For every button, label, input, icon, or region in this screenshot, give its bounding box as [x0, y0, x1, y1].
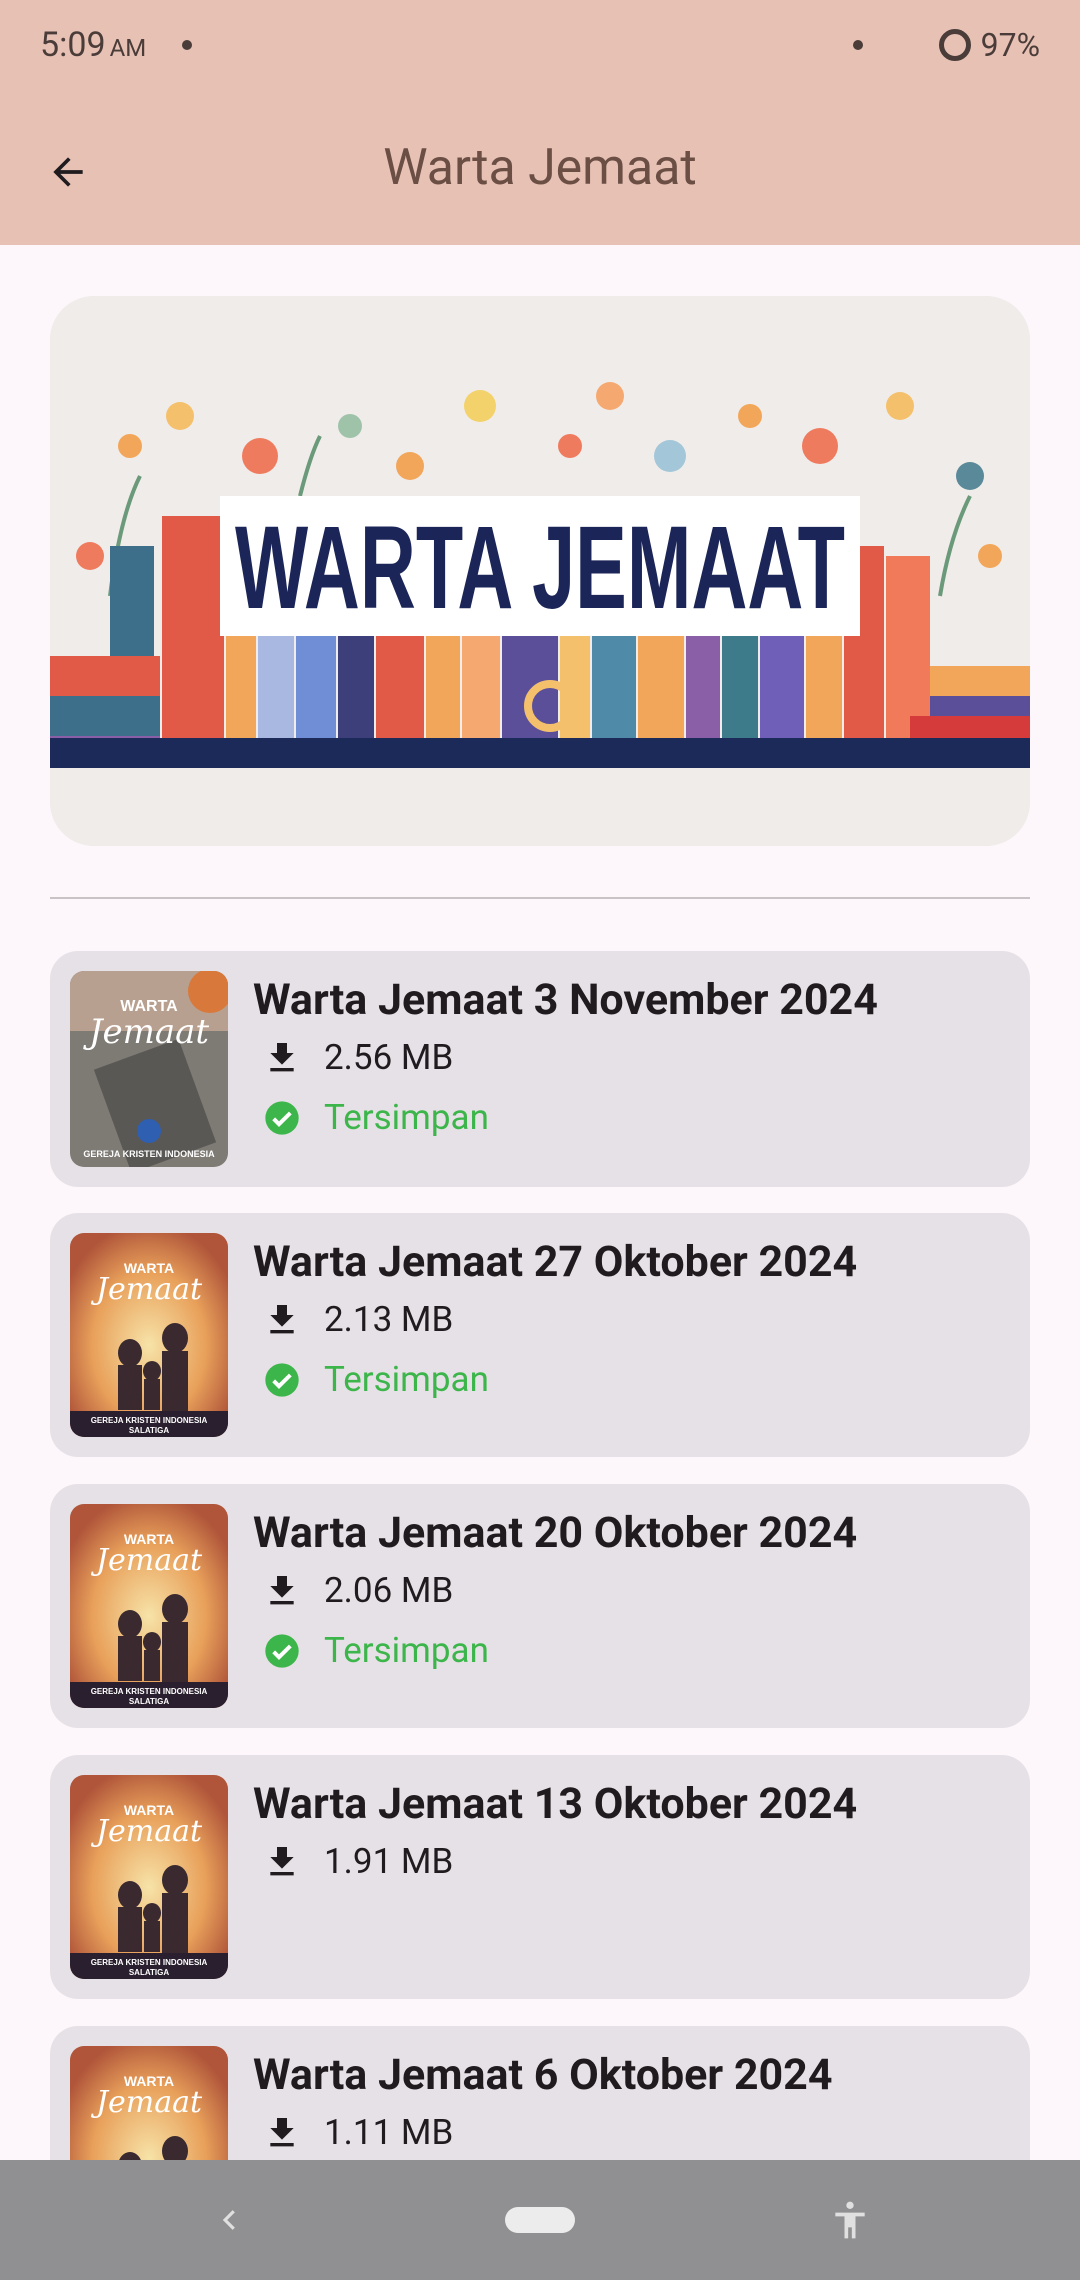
- chevron-left-icon: [222, 2210, 235, 2230]
- cover-church: GEREJA KRISTEN INDONESIA: [91, 1687, 208, 1696]
- download-icon: [270, 2117, 294, 2146]
- status-ampm: AM: [109, 34, 147, 62]
- file-size: 2.13 MB: [324, 1299, 454, 1340]
- notification-dot-icon: [182, 40, 193, 50]
- file-size-row: 1.91 MB: [262, 1841, 453, 1882]
- item-title: Warta Jemaat 13 Oktober 2024: [253, 1779, 858, 1829]
- nav-back-button[interactable]: [200, 2190, 260, 2250]
- cover-word2: Jemaat: [90, 1814, 203, 1849]
- check-circle-icon: [265, 1633, 299, 1668]
- cover-image: WARTA Jemaat GEREJA KRISTEN INDONESIA SA…: [70, 1233, 228, 1437]
- file-size-row: 2.13 MB: [262, 1299, 453, 1340]
- accessibility-icon: [835, 2201, 865, 2239]
- cover-city: SALATIGA: [129, 1968, 170, 1977]
- cover-image: WARTA Jemaat GEREJA KRISTEN INDONESIA: [70, 971, 228, 1167]
- cover-image: WARTA Jemaat GEREJA KRISTEN INDONESIA SA…: [70, 1775, 228, 1979]
- cover-city: SALATIGA: [129, 1697, 170, 1706]
- battery-indicator: 97%: [938, 26, 1040, 64]
- file-size-row: 2.06 MB: [262, 1570, 453, 1611]
- cover-word2: Jemaat: [90, 1543, 203, 1578]
- divider: [50, 897, 1030, 899]
- battery-percent: 97%: [980, 26, 1040, 64]
- saved-status: Tersimpan: [324, 1359, 489, 1400]
- file-size: 1.91 MB: [324, 1841, 454, 1882]
- banner-image: WARTA JEMAAT: [50, 296, 1030, 846]
- cover-thumbnail: WARTA Jemaat GEREJA KRISTEN INDONESIA: [70, 971, 228, 1167]
- app-bar: Warta Jemaat: [0, 90, 1080, 245]
- file-size: 2.56 MB: [324, 1037, 454, 1078]
- cover-thumbnail: WARTA Jemaat GEREJA KRISTEN INDONESIA SA…: [70, 1775, 228, 1979]
- download-icon: [270, 1042, 294, 1071]
- cover-thumbnail: WARTA Jemaat GEREJA KRISTEN INDONESIA SA…: [70, 1504, 228, 1708]
- list-item[interactable]: WARTA Jemaat GEREJA KRISTEN INDONESIA SA…: [50, 1213, 1030, 1457]
- shelf-decoration: [50, 738, 1030, 768]
- status-right: 97%: [852, 26, 1040, 64]
- back-button[interactable]: [36, 140, 100, 204]
- arrow-left-icon: [53, 157, 83, 187]
- file-size-row: 1.11 MB: [262, 2112, 453, 2153]
- cover-image: WARTA Jemaat GEREJA KRISTEN INDONESIA SA…: [70, 1504, 228, 1708]
- cover-word2: Jemaat: [90, 2085, 203, 2120]
- banner-illustration: WARTA JEMAAT: [50, 296, 1030, 846]
- list-item[interactable]: WARTA Jemaat GEREJA KRISTEN INDONESIA SA…: [50, 1755, 1030, 1999]
- list-item[interactable]: WARTA Jemaat GEREJA KRISTEN INDONESIA Wa…: [50, 951, 1030, 1187]
- cover-word2: Jemaat: [90, 1272, 203, 1307]
- nav-home-button[interactable]: [505, 2207, 575, 2233]
- banner-title: WARTA JEMAAT: [235, 502, 845, 634]
- saved-status: Tersimpan: [324, 1097, 489, 1138]
- cover-word2: Jemaat: [83, 1012, 210, 1052]
- saved-status-row: Tersimpan: [262, 1359, 489, 1400]
- system-nav-bar: [0, 2160, 1080, 2280]
- cover-thumbnail: WARTA Jemaat GEREJA KRISTEN INDONESIA SA…: [70, 1233, 228, 1437]
- saved-status: Tersimpan: [324, 1630, 489, 1671]
- item-title: Warta Jemaat 6 Oktober 2024: [253, 2050, 833, 2100]
- cover-church: GEREJA KRISTEN INDONESIA: [83, 1149, 215, 1159]
- saved-status-row: Tersimpan: [262, 1630, 489, 1671]
- download-icon: [270, 1846, 294, 1875]
- item-title: Warta Jemaat 3 November 2024: [253, 975, 878, 1025]
- file-size: 2.06 MB: [324, 1570, 454, 1611]
- cover-church: GEREJA KRISTEN INDONESIA: [91, 1416, 208, 1425]
- file-size: 1.11 MB: [324, 2112, 454, 2153]
- check-circle-icon: [265, 1362, 299, 1397]
- status-dot-icon: [852, 40, 863, 50]
- download-icon: [270, 1304, 294, 1333]
- cover-church: GEREJA KRISTEN INDONESIA: [91, 1958, 208, 1967]
- accessibility-button[interactable]: [820, 2190, 880, 2250]
- file-size-row: 2.56 MB: [262, 1037, 453, 1078]
- saved-status-row: Tersimpan: [262, 1097, 489, 1138]
- check-circle-icon: [265, 1100, 299, 1135]
- cover-city: SALATIGA: [129, 1426, 170, 1435]
- battery-icon: [938, 29, 971, 61]
- list-item[interactable]: WARTA Jemaat GEREJA KRISTEN INDONESIA SA…: [50, 1484, 1030, 1728]
- status-time: 5:09 AM: [40, 25, 146, 65]
- status-bar: 5:09 AM 97%: [0, 0, 1080, 90]
- status-time-value: 5:09: [40, 25, 106, 65]
- page-title: Warta Jemaat: [383, 138, 697, 197]
- item-title: Warta Jemaat 20 Oktober 2024: [253, 1508, 858, 1558]
- download-icon: [270, 1575, 294, 1604]
- item-title: Warta Jemaat 27 Oktober 2024: [253, 1237, 858, 1287]
